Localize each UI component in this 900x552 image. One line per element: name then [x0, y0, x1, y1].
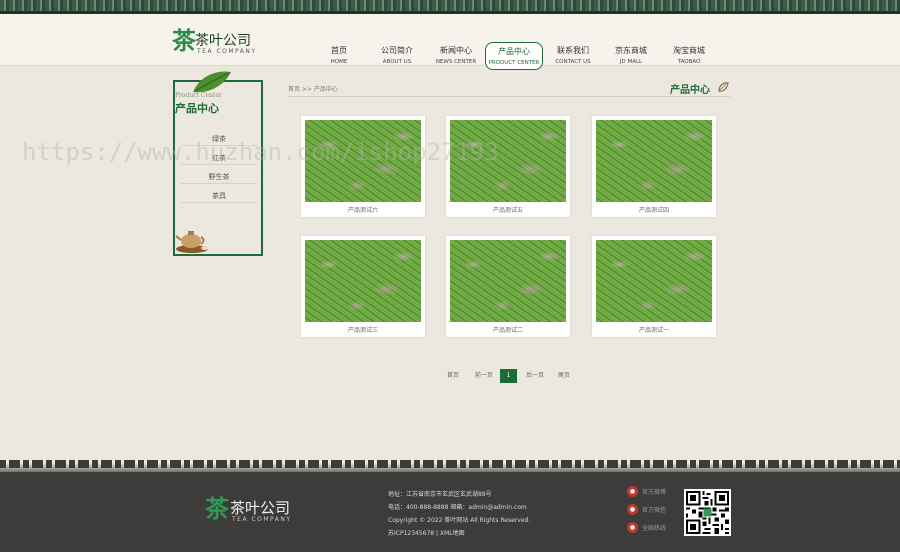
logo[interactable]: 茶 茶叶公司 TEA COMPANY — [172, 28, 272, 68]
sidebar-item-wild-tea[interactable]: 野生茶 — [181, 170, 257, 184]
sidebar-title: 产品中心 — [175, 102, 219, 115]
product-card[interactable]: 产品测试一 — [592, 236, 716, 337]
nav-sublabel: HOME — [330, 59, 348, 65]
pager-prev[interactable]: 前一页 — [471, 369, 497, 383]
site-header: 茶 茶叶公司 TEA COMPANY 首页 HOME 公司简介 ABOUT US… — [0, 14, 900, 70]
product-caption[interactable]: 产品测试二 — [446, 325, 570, 334]
nav-sublabel: NEWS CENTER — [435, 59, 477, 65]
nav-products[interactable]: 产品中心 PRODUCT CENTER — [485, 42, 543, 70]
product-caption[interactable]: 产品测试六 — [301, 205, 425, 214]
nav-contact[interactable]: 联系我们 CONTACT US — [544, 42, 602, 70]
sidebar-item-green-tea[interactable]: 绿茶 — [181, 132, 257, 146]
nav-news[interactable]: 新闻中心 NEWS CENTER — [427, 42, 485, 70]
category-sidebar: Product Center 产品中心 绿茶 红茶 野生茶 茶具 — [173, 71, 263, 256]
product-card[interactable]: 产品测试六 — [301, 116, 425, 217]
nav-label: 联系我们 — [557, 46, 589, 55]
nav-sublabel: TAOBAO — [677, 59, 701, 65]
product-card[interactable]: 产品测试三 — [301, 236, 425, 337]
product-card[interactable]: 产品测试四 — [592, 116, 716, 217]
sidebar-item-black-tea[interactable]: 红茶 — [181, 151, 257, 165]
footer-icp[interactable]: 苏ICP12345678 | XML地图 — [388, 527, 608, 540]
nav-label: 首页 — [331, 46, 347, 55]
sidebar-item-tea-set[interactable]: 茶具 — [181, 189, 257, 203]
nav-label: 淘宝商城 — [673, 46, 705, 55]
footer-contact: 电话：400-888-8888 邮箱：admin@admin.com — [388, 504, 527, 511]
nav-label: 新闻中心 — [440, 46, 472, 55]
pager-first[interactable]: 首页 — [443, 369, 463, 383]
site-footer: 茶 茶叶公司 TEA COMPANY 地址：江苏省南京市玄武区玄武湖88号 电话… — [0, 472, 900, 552]
logo-mark: 茶 — [172, 26, 196, 55]
hotline-label: 全国热线 — [642, 525, 667, 532]
nav-sublabel: CONTACT US — [555, 59, 591, 65]
weibo-icon: ● — [627, 486, 638, 497]
nav-label: 京东商城 — [615, 46, 647, 55]
title-divider — [288, 96, 730, 97]
nav-label: 产品中心 — [498, 47, 530, 56]
pager-last[interactable]: 尾页 — [554, 369, 574, 383]
weibo-label: 官方微博 — [642, 489, 667, 496]
footer-info: 地址：江苏省南京市玄武区玄武湖88号 电话：400-888-8888 邮箱：ad… — [388, 488, 608, 540]
product-image[interactable] — [450, 120, 566, 202]
product-image[interactable] — [305, 240, 421, 322]
nav-label: 公司简介 — [381, 46, 413, 55]
sidebar-en-title: Product Center — [175, 92, 222, 99]
product-caption[interactable]: 产品测试一 — [592, 325, 716, 334]
nav-about[interactable]: 公司简介 ABOUT US — [368, 42, 426, 70]
footer-logo-mark: 茶 — [205, 494, 229, 523]
logo-name: 茶叶公司 — [195, 33, 251, 49]
pager-current-page[interactable]: 1 — [500, 369, 517, 383]
teapot-icon — [175, 231, 209, 253]
page-title: 产品中心 — [670, 85, 710, 96]
footer-logo-name: 茶叶公司 — [230, 499, 291, 517]
product-image[interactable] — [450, 240, 566, 322]
phone-icon: ● — [627, 522, 638, 533]
footer-address: 地址：江苏省南京市玄武区玄武湖88号 — [388, 491, 492, 498]
product-image[interactable] — [596, 240, 712, 322]
nav-sublabel: PRODUCT CENTER — [488, 60, 540, 66]
breadcrumb: 首页 >> 产品中心 — [288, 86, 338, 93]
product-caption[interactable]: 产品测试三 — [301, 325, 425, 334]
nav-taobao[interactable]: 淘宝商城 TAOBAO — [660, 42, 718, 70]
product-card[interactable]: 产品测试五 — [446, 116, 570, 217]
pager-next[interactable]: 后一页 — [522, 369, 548, 383]
footer-copyright: Copyright © 2022 茶叶网站 All Rights Reserve… — [388, 517, 531, 524]
sidebar-list: 绿茶 红茶 野生茶 茶具 — [181, 132, 257, 208]
product-caption[interactable]: 产品测试五 — [446, 205, 570, 214]
top-pattern-band — [0, 0, 900, 14]
nav-jd-mall[interactable]: 京东商城 JD MALL — [602, 42, 660, 70]
product-card[interactable]: 产品测试二 — [446, 236, 570, 337]
footer-logo-en: TEA COMPANY — [232, 516, 292, 523]
nav-sublabel: ABOUT US — [382, 59, 412, 65]
wechat-label: 官方微信 — [642, 507, 667, 514]
nav-sublabel: JD MALL — [619, 59, 643, 65]
product-image[interactable] — [596, 120, 712, 202]
nav-home[interactable]: 首页 HOME — [310, 42, 368, 70]
product-caption[interactable]: 产品测试四 — [592, 205, 716, 214]
qr-code — [684, 489, 731, 536]
product-image[interactable] — [305, 120, 421, 202]
wechat-icon: ● — [627, 504, 638, 515]
leaf-ornament-icon — [718, 82, 729, 92]
logo-en: TEA COMPANY — [197, 48, 257, 55]
